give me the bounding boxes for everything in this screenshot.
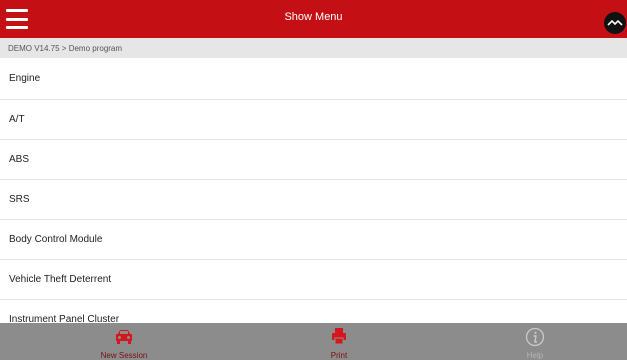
print-label: Print [330,351,348,360]
list-item-at[interactable]: A/T [0,100,627,140]
list-item-abs[interactable]: ABS [0,140,627,180]
list-item-instrument-panel-cluster[interactable]: Instrument Panel Cluster [0,300,627,323]
list-item-body-control-module[interactable]: Body Control Module [0,220,627,260]
help-button[interactable]: Help [455,323,615,360]
list-item-label: SRS [9,194,30,205]
info-icon [525,327,545,352]
list-item-label: Instrument Panel Cluster [9,314,120,323]
help-label: Help [526,351,544,360]
list-item-label: Body Control Module [9,234,103,245]
print-button[interactable]: Print [259,323,419,360]
list-item-srs[interactable]: SRS [0,180,627,220]
list-item-label: A/T [9,114,25,125]
list-item-vehicle-theft-deterrent[interactable]: Vehicle Theft Deterrent [0,260,627,300]
chevron-toggle-icon[interactable] [604,12,626,34]
new-session-button[interactable]: New Session [44,323,204,360]
list-item-label: ABS [9,154,30,165]
list-item-label: Engine [9,73,41,84]
new-session-label: New Session [100,351,148,360]
list-item-label: Vehicle Theft Deterrent [9,274,112,285]
menu-list: Engine A/T ABS SRS Body Control Module V… [0,58,627,323]
list-item-engine[interactable]: Engine [0,58,627,100]
printer-icon [331,327,347,350]
top-app-bar: Show Menu [0,0,627,38]
breadcrumb: DEMO V14.75 > Demo program [0,38,627,58]
car-icon [114,327,134,350]
bottom-toolbar: New Session Print Help [0,323,627,360]
page-title: Show Menu [284,11,343,23]
